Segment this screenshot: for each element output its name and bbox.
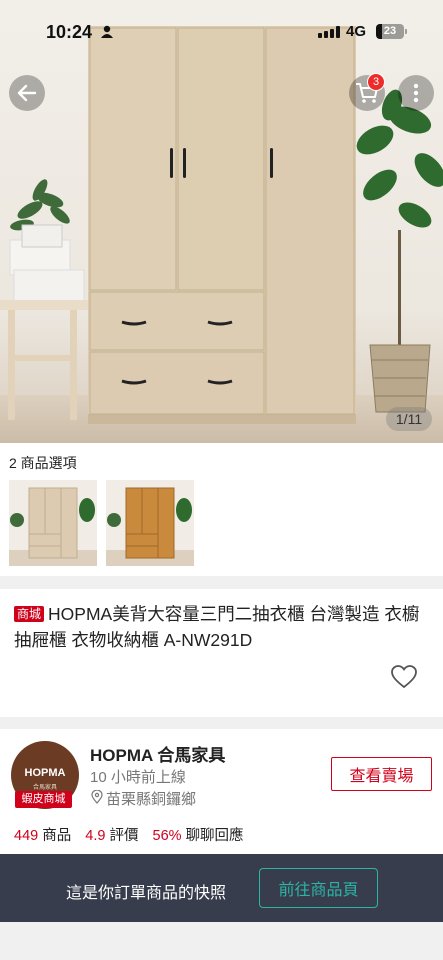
option-thumbnail-oak[interactable] (106, 480, 194, 566)
option-thumbnail-natural[interactable] (9, 480, 97, 566)
wardrobe-thumbnail-image (106, 487, 194, 566)
product-title-text: HOPMA美背大容量三門二抽衣櫃 台灣製造 衣櫥 抽屜櫃 衣物收納櫃 A-NW2… (14, 604, 420, 650)
battery-level: 23 (383, 25, 397, 37)
go-to-product-button[interactable]: 前往商品頁 (259, 868, 378, 908)
product-title: 商城 HOPMA美背大容量三門二抽衣櫃 台灣製造 衣櫥 抽屜櫃 衣物收納櫃 A-N… (14, 601, 432, 653)
location-pin-icon (91, 790, 103, 804)
order-snapshot-bar: 這是你訂單商品的快照 前往商品頁 (0, 854, 443, 922)
cart-count-badge: 3 (367, 73, 385, 91)
more-options-button[interactable] (398, 75, 434, 111)
image-counter: 1/11 (386, 407, 432, 431)
mall-badge: 商城 (14, 606, 45, 622)
product-count: 449 (14, 828, 39, 844)
more-vertical-icon (413, 83, 419, 103)
shop-card: HOPMA 合馬家具 蝦皮商城 HOPMA 合馬家具 10 小時前上線 苗栗縣銅… (0, 729, 443, 854)
chat-response-label: 聊聊回應 (185, 828, 244, 844)
wardrobe-thumbnail-image (9, 487, 97, 566)
chat-response-rate: 56% (152, 828, 182, 844)
network-type: 4G (346, 23, 367, 40)
rating-label: 評價 (109, 828, 139, 844)
shop-last-online: 10 小時前上線 (90, 769, 186, 786)
shop-mall-badge: 蝦皮商城 (15, 791, 72, 808)
view-shop-button[interactable]: 查看賣場 (331, 757, 432, 791)
wardrobe-photo (0, 26, 443, 424)
options-title: 2 商品選項 (9, 455, 77, 471)
status-time: 10:24 (46, 22, 93, 42)
battery-icon: 23 (376, 24, 404, 39)
battery-cap (405, 29, 407, 34)
product-count-label: 商品 (42, 828, 72, 844)
shop-name[interactable]: HOPMA 合馬家具 (90, 741, 225, 766)
shop-logo-subtext: 合馬家具 (32, 785, 57, 791)
shop-stats: 449 商品 4.9 評價 56% 聊聊回應 (14, 824, 244, 845)
person-icon (101, 25, 113, 38)
signal-icon (318, 26, 340, 38)
rating-value: 4.9 (85, 828, 106, 844)
back-button[interactable] (9, 75, 45, 111)
product-image-gallery[interactable]: 10:24 4G 23 3 1/11 (0, 0, 443, 443)
status-bar: 10:24 4G 23 (0, 0, 443, 64)
arrow-left-icon (17, 84, 37, 102)
product-options: 2 商品選項 (0, 443, 443, 576)
product-title-card: 商城 HOPMA美背大容量三門二抽衣櫃 台灣製造 衣櫥 抽屜櫃 衣物收納櫃 A-N… (0, 589, 443, 717)
shop-logo-text: HOPMA (24, 767, 66, 779)
snapshot-notice: 這是你訂單商品的快照 (66, 885, 227, 902)
shop-location: 苗栗縣銅鑼鄉 (106, 791, 197, 808)
heart-icon[interactable] (391, 665, 417, 689)
